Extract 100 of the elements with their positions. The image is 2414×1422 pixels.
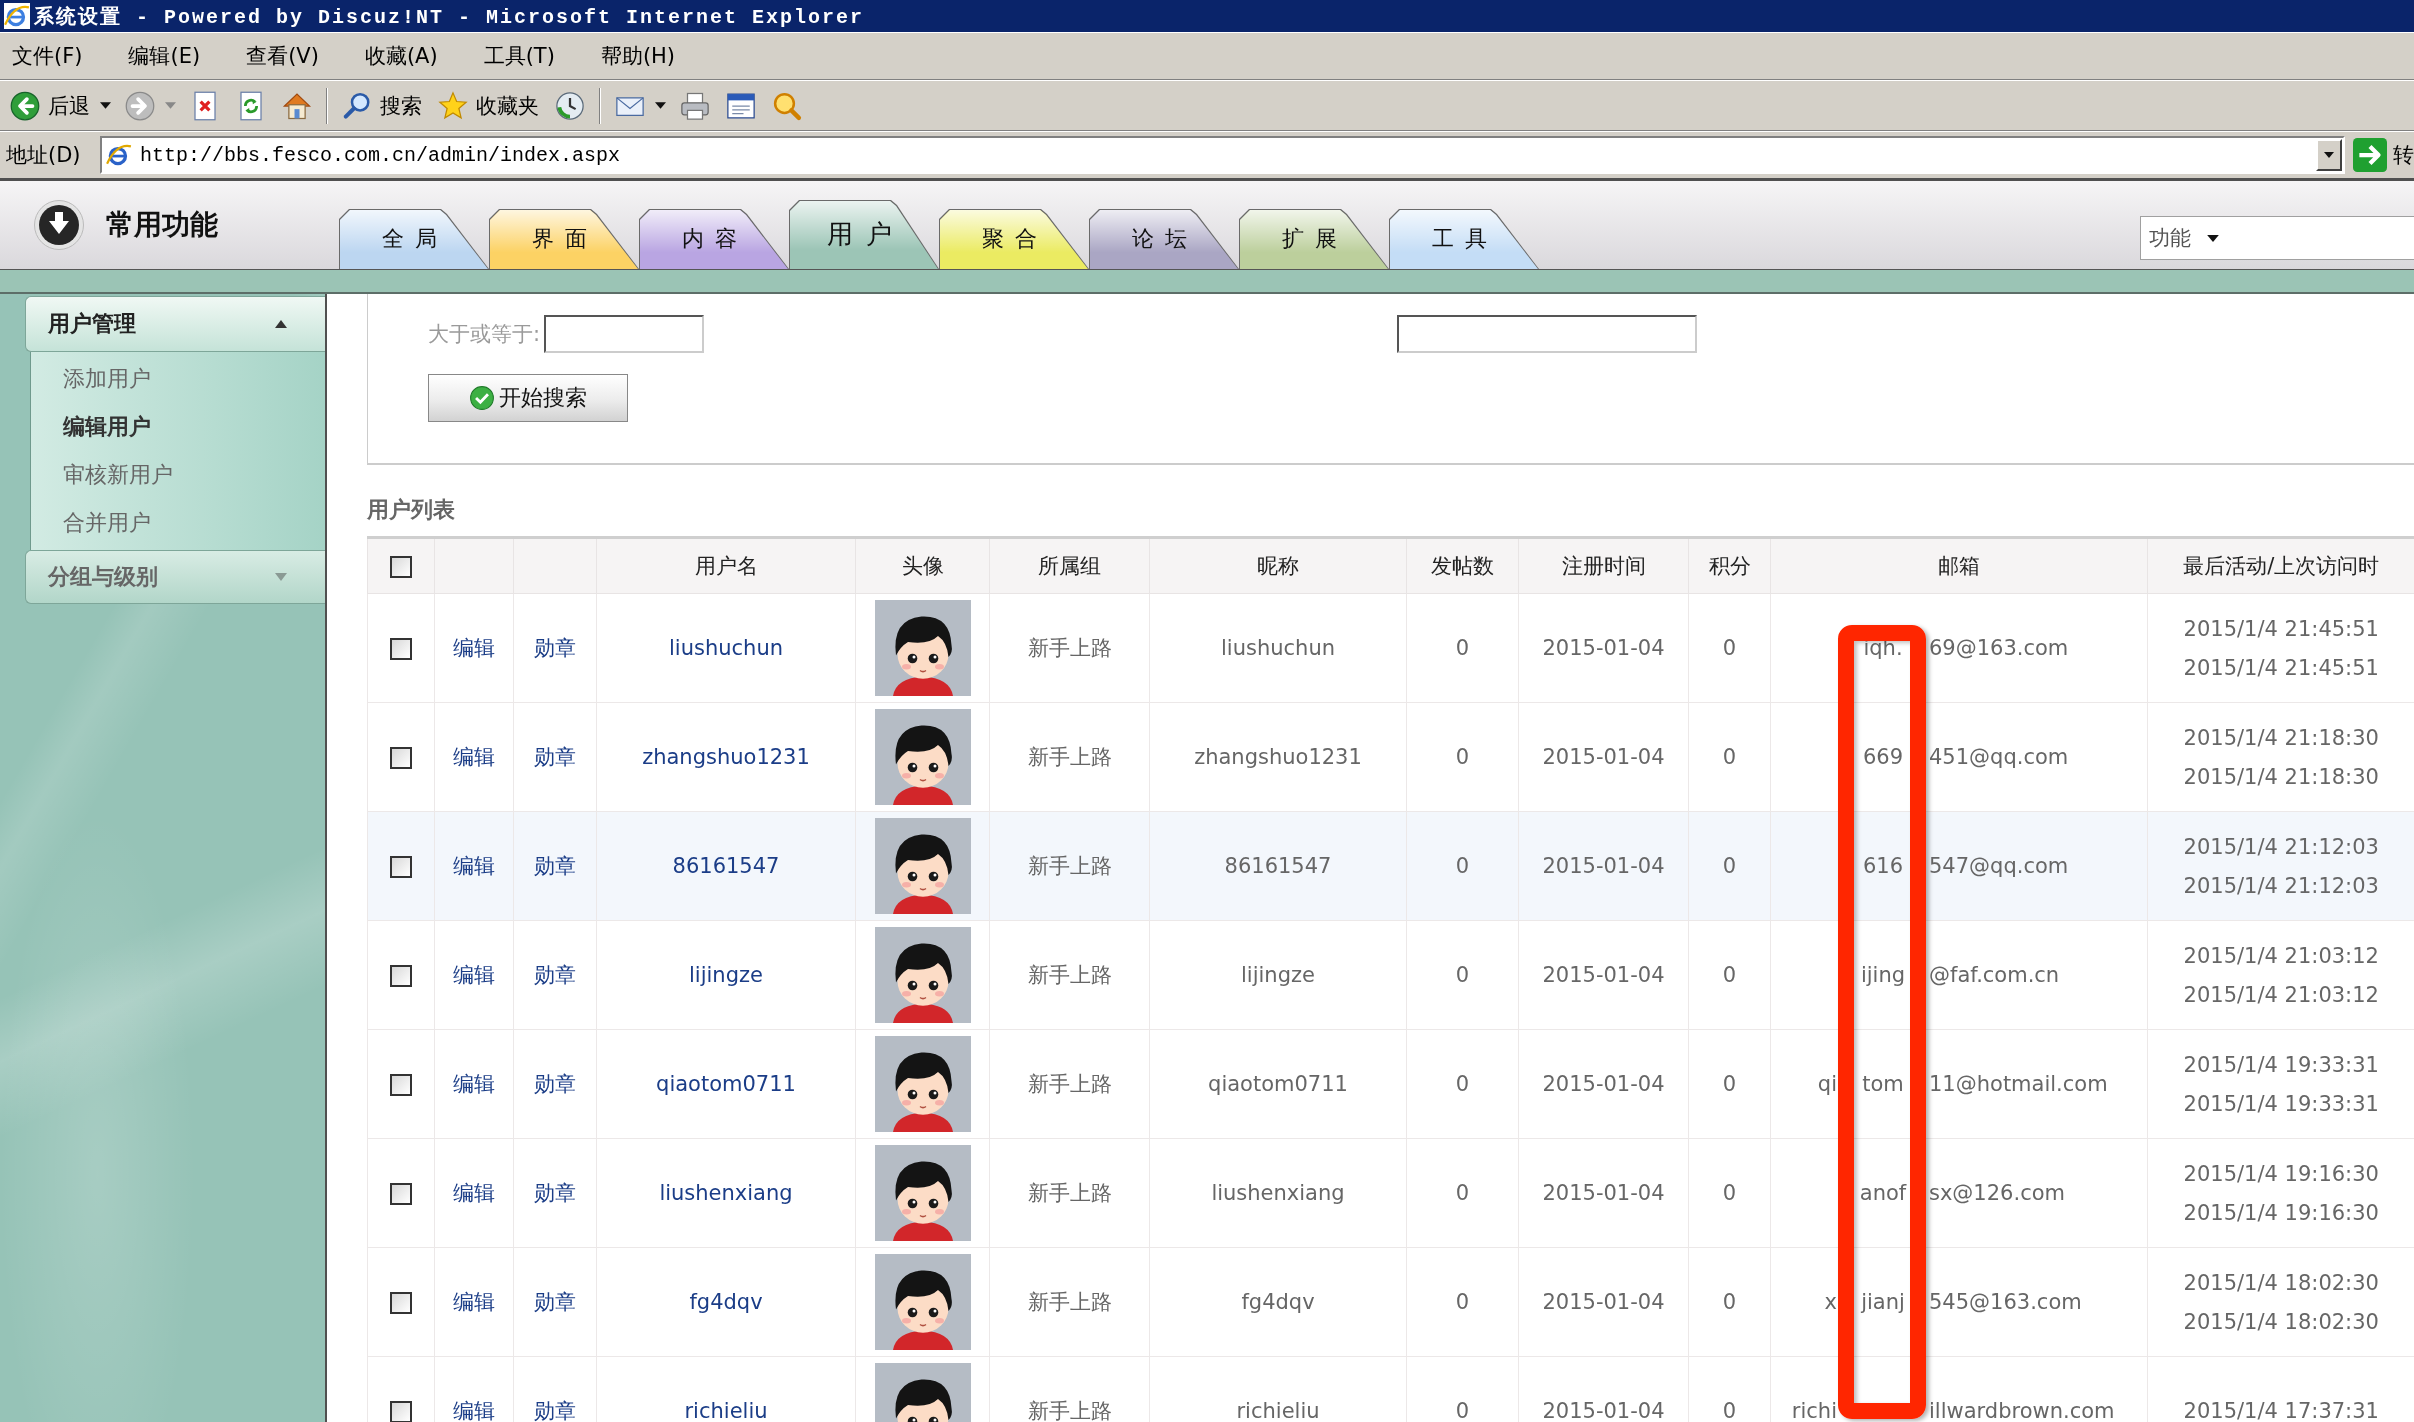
input-field[interactable] [544,315,705,353]
sidebar-item[interactable]: 合并用户 [63,499,151,547]
points-value: 0 [1722,745,1737,769]
caret-icon [275,320,287,328]
checkbox[interactable] [390,1292,412,1314]
menu-item[interactable]: 文件(F) [4,38,91,74]
favorites-button[interactable]: 收藏夹 [430,84,547,127]
registration-date: 2015-01-04 [1542,636,1665,660]
email-text: sx@126.com [1928,1181,2065,1205]
post-count: 0 [1455,636,1470,660]
last-active-time: 2015/1/4 19:33:31 [2183,1091,2379,1116]
group-name: 新手上路 [1027,636,1112,660]
address-field[interactable]: http://bbs.fesco.com.cn/admin/index.aspx [100,136,2345,174]
caret-icon [2207,234,2219,242]
caret-icon [2324,152,2334,158]
dropdown-button[interactable] [2316,139,2342,171]
column-header: 发帖数 [1431,554,1494,578]
tab[interactable]: 内容 [639,209,789,269]
username-link[interactable]: fg4dqv [689,1290,763,1314]
tab[interactable]: 用户 [789,200,939,269]
username-link[interactable]: lijingze [689,963,763,987]
search-button[interactable]: 搜索 [334,84,430,127]
input-field[interactable] [1397,315,1698,353]
checkbox[interactable] [390,1401,412,1422]
menu-item[interactable]: 编辑(E) [120,38,209,74]
points-value: 0 [1722,636,1737,660]
registration-date: 2015-01-04 [1542,963,1665,987]
registration-date: 2015-01-04 [1542,745,1665,769]
medal-link[interactable]: 勋章 [534,1072,576,1096]
points-value: 0 [1722,1072,1737,1096]
email-text: 69@163.com [1928,636,2069,660]
medal-link[interactable]: 勋章 [534,1399,576,1422]
function-dropdown[interactable]: 功能 [2140,216,2414,260]
medal-link[interactable]: 勋章 [534,1181,576,1205]
edit-link[interactable]: 编辑 [453,1399,495,1422]
edit-link[interactable]: 编辑 [453,636,495,660]
checkbox[interactable] [390,1074,412,1096]
email-text: anof [1859,1181,1907,1205]
post-count: 0 [1455,1072,1470,1096]
last-active-time: 2015/1/4 21:12:03 [2183,873,2379,898]
email-text: jianj [1861,1290,1905,1314]
window-title: 系统设置 - Powered by Discuz!NT - Microsoft Internet Explorer [34,4,865,30]
post-count: 0 [1455,854,1470,878]
edit-link[interactable]: 编辑 [453,745,495,769]
group-name: 新手上路 [1027,854,1112,878]
group-name: 新手上路 [1027,1290,1112,1314]
column-header: 最后活动/上次访问时 [2183,554,2380,578]
sidebar-item[interactable]: 添加用户 [63,355,151,403]
username-link[interactable]: qiaotom0711 [656,1072,796,1096]
checkbox[interactable] [390,856,412,878]
checkbox[interactable] [390,965,412,987]
tab[interactable]: 论坛 [1089,209,1239,269]
edit-link[interactable]: 编辑 [453,1290,495,1314]
checkbox[interactable] [390,1183,412,1205]
medal-link[interactable]: 勋章 [534,854,576,878]
username-link[interactable]: zhangshuo1231 [642,745,810,769]
last-active-time: 2015/1/4 21:45:51 [2183,655,2379,680]
menu-item[interactable]: 工具(T) [475,38,563,74]
nickname: richieliu [1236,1399,1320,1422]
tab[interactable]: 界面 [489,209,639,269]
medal-link[interactable]: 勋章 [534,745,576,769]
section-header[interactable]: 用户管理 [25,296,325,352]
sidebar-item[interactable]: 审核新用户 [63,451,173,499]
search-button[interactable]: 开始搜索 [428,374,628,422]
section-header[interactable]: 分组与级别 [25,550,325,604]
tab[interactable]: 聚合 [939,209,1089,269]
tab[interactable]: 扩展 [1239,209,1389,269]
go-button[interactable]: 转 [2353,138,2414,172]
menu-item[interactable]: 收藏(A) [356,38,446,74]
printer-icon [680,90,710,121]
medal-link[interactable]: 勋章 [534,1290,576,1314]
menu-item[interactable]: 帮助(H) [592,38,684,74]
address-label: 地址(D) [6,142,82,169]
menu-item[interactable]: 查看(V) [238,38,327,74]
username-link[interactable]: 86161547 [672,854,780,878]
username-link[interactable]: richieliu [684,1399,768,1422]
cartoon-avatar-icon [874,600,971,696]
medal-link[interactable]: 勋章 [534,636,576,660]
back-button[interactable]: 后退 [2,84,98,127]
cartoon-avatar-icon [874,1145,971,1241]
edit-link[interactable]: 编辑 [453,963,495,987]
edit-link[interactable]: 编辑 [453,854,495,878]
username-link[interactable]: liushenxiang [659,1181,793,1205]
group-name: 新手上路 [1027,1399,1112,1422]
checkbox[interactable] [390,747,412,769]
points-value: 0 [1722,963,1737,987]
caret-icon[interactable] [100,102,111,109]
caret-icon[interactable] [655,102,666,109]
checkbox[interactable] [390,638,412,660]
tab[interactable]: 工具 [1389,209,1539,269]
edit-link[interactable]: 编辑 [453,1181,495,1205]
edit-link[interactable]: 编辑 [453,1072,495,1096]
nickname: lijingze [1241,963,1315,987]
globe-swoosh-icon [4,3,30,29]
username-link[interactable]: liushuchun [669,636,783,660]
check-circle-icon [469,385,495,411]
checkbox[interactable] [390,556,412,578]
tab[interactable]: 全局 [339,209,489,269]
medal-link[interactable]: 勋章 [534,963,576,987]
sidebar-item[interactable]: 编辑用户 [63,403,151,451]
